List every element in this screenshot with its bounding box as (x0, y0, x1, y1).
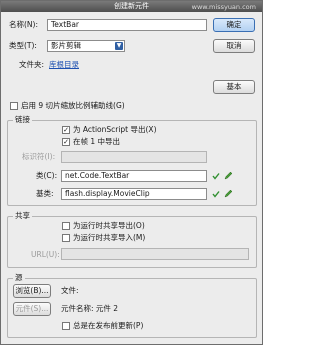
validate-check-icon[interactable] (212, 172, 220, 180)
cancel-button[interactable]: 取消 (213, 39, 255, 53)
base-class-input[interactable]: flash.display.MovieClip (61, 188, 207, 200)
class-input[interactable]: net.Code.TextBar (61, 170, 207, 182)
runtime-import-checkbox[interactable] (62, 234, 70, 242)
base-class-label: 基类: (36, 189, 54, 198)
name-label: 名称(N): (9, 20, 38, 29)
type-label: 类型(T): (9, 41, 37, 50)
watermark-text: www.missyuan.com (191, 3, 256, 11)
sharing-group-title: 共享 (13, 211, 32, 221)
runtime-export-label: 为运行时共享导出(O) (73, 221, 145, 230)
url-label: URL(U): (31, 250, 60, 259)
symbol-button[interactable]: 元件(S)... (13, 302, 51, 316)
identifier-input[interactable] (61, 151, 207, 163)
runtime-export-checkbox[interactable] (62, 222, 70, 230)
class-label: 类(C): (36, 171, 58, 180)
export-actionscript-checkbox[interactable]: ✓ (62, 126, 70, 134)
guides-label: 启用 9 切片缩放比例辅助线(G) (21, 101, 125, 110)
dialog-title: 创建新元件 (114, 2, 149, 10)
url-input[interactable] (61, 248, 249, 260)
source-file-label: 文件: (61, 286, 79, 295)
guides-checkbox[interactable] (10, 102, 18, 110)
type-select-value: 影片剪辑 (51, 41, 81, 50)
always-update-checkbox[interactable] (62, 322, 70, 330)
folder-label: 文件夹: (19, 60, 45, 69)
validate-base-check-icon[interactable] (212, 190, 220, 198)
basic-button[interactable]: 基本 (213, 80, 255, 94)
export-frame-checkbox[interactable]: ✓ (62, 138, 70, 146)
edit-class-pencil-icon[interactable] (224, 171, 233, 180)
dialog-titlebar: 创建新元件 www.missyuan.com (1, 1, 262, 12)
type-select[interactable]: 影片剪辑 ▼ (47, 40, 125, 52)
create-symbol-dialog: 创建新元件 www.missyuan.com 名称(N): TextBar 确定… (0, 0, 263, 345)
always-update-label: 总是在发布前更新(P) (73, 321, 144, 330)
browse-button[interactable]: 浏览(B)... (13, 284, 51, 298)
source-group-title: 源 (13, 273, 25, 283)
export-actionscript-label: 为 ActionScript 导出(X) (73, 125, 157, 134)
edit-base-class-pencil-icon[interactable] (224, 189, 233, 198)
symbol-name-label: 元件名称: 元件 2 (61, 304, 119, 313)
identifier-label: 标识符(I): (22, 152, 56, 161)
runtime-import-label: 为运行时共享导入(M) (73, 233, 146, 242)
chevron-down-icon: ▼ (115, 42, 123, 50)
linkage-group-title: 链接 (13, 115, 32, 125)
ok-button[interactable]: 确定 (213, 18, 255, 32)
export-frame-label: 在帧 1 中导出 (73, 137, 121, 146)
name-input[interactable]: TextBar (47, 19, 207, 31)
folder-link[interactable]: 库根目录 (49, 59, 79, 71)
